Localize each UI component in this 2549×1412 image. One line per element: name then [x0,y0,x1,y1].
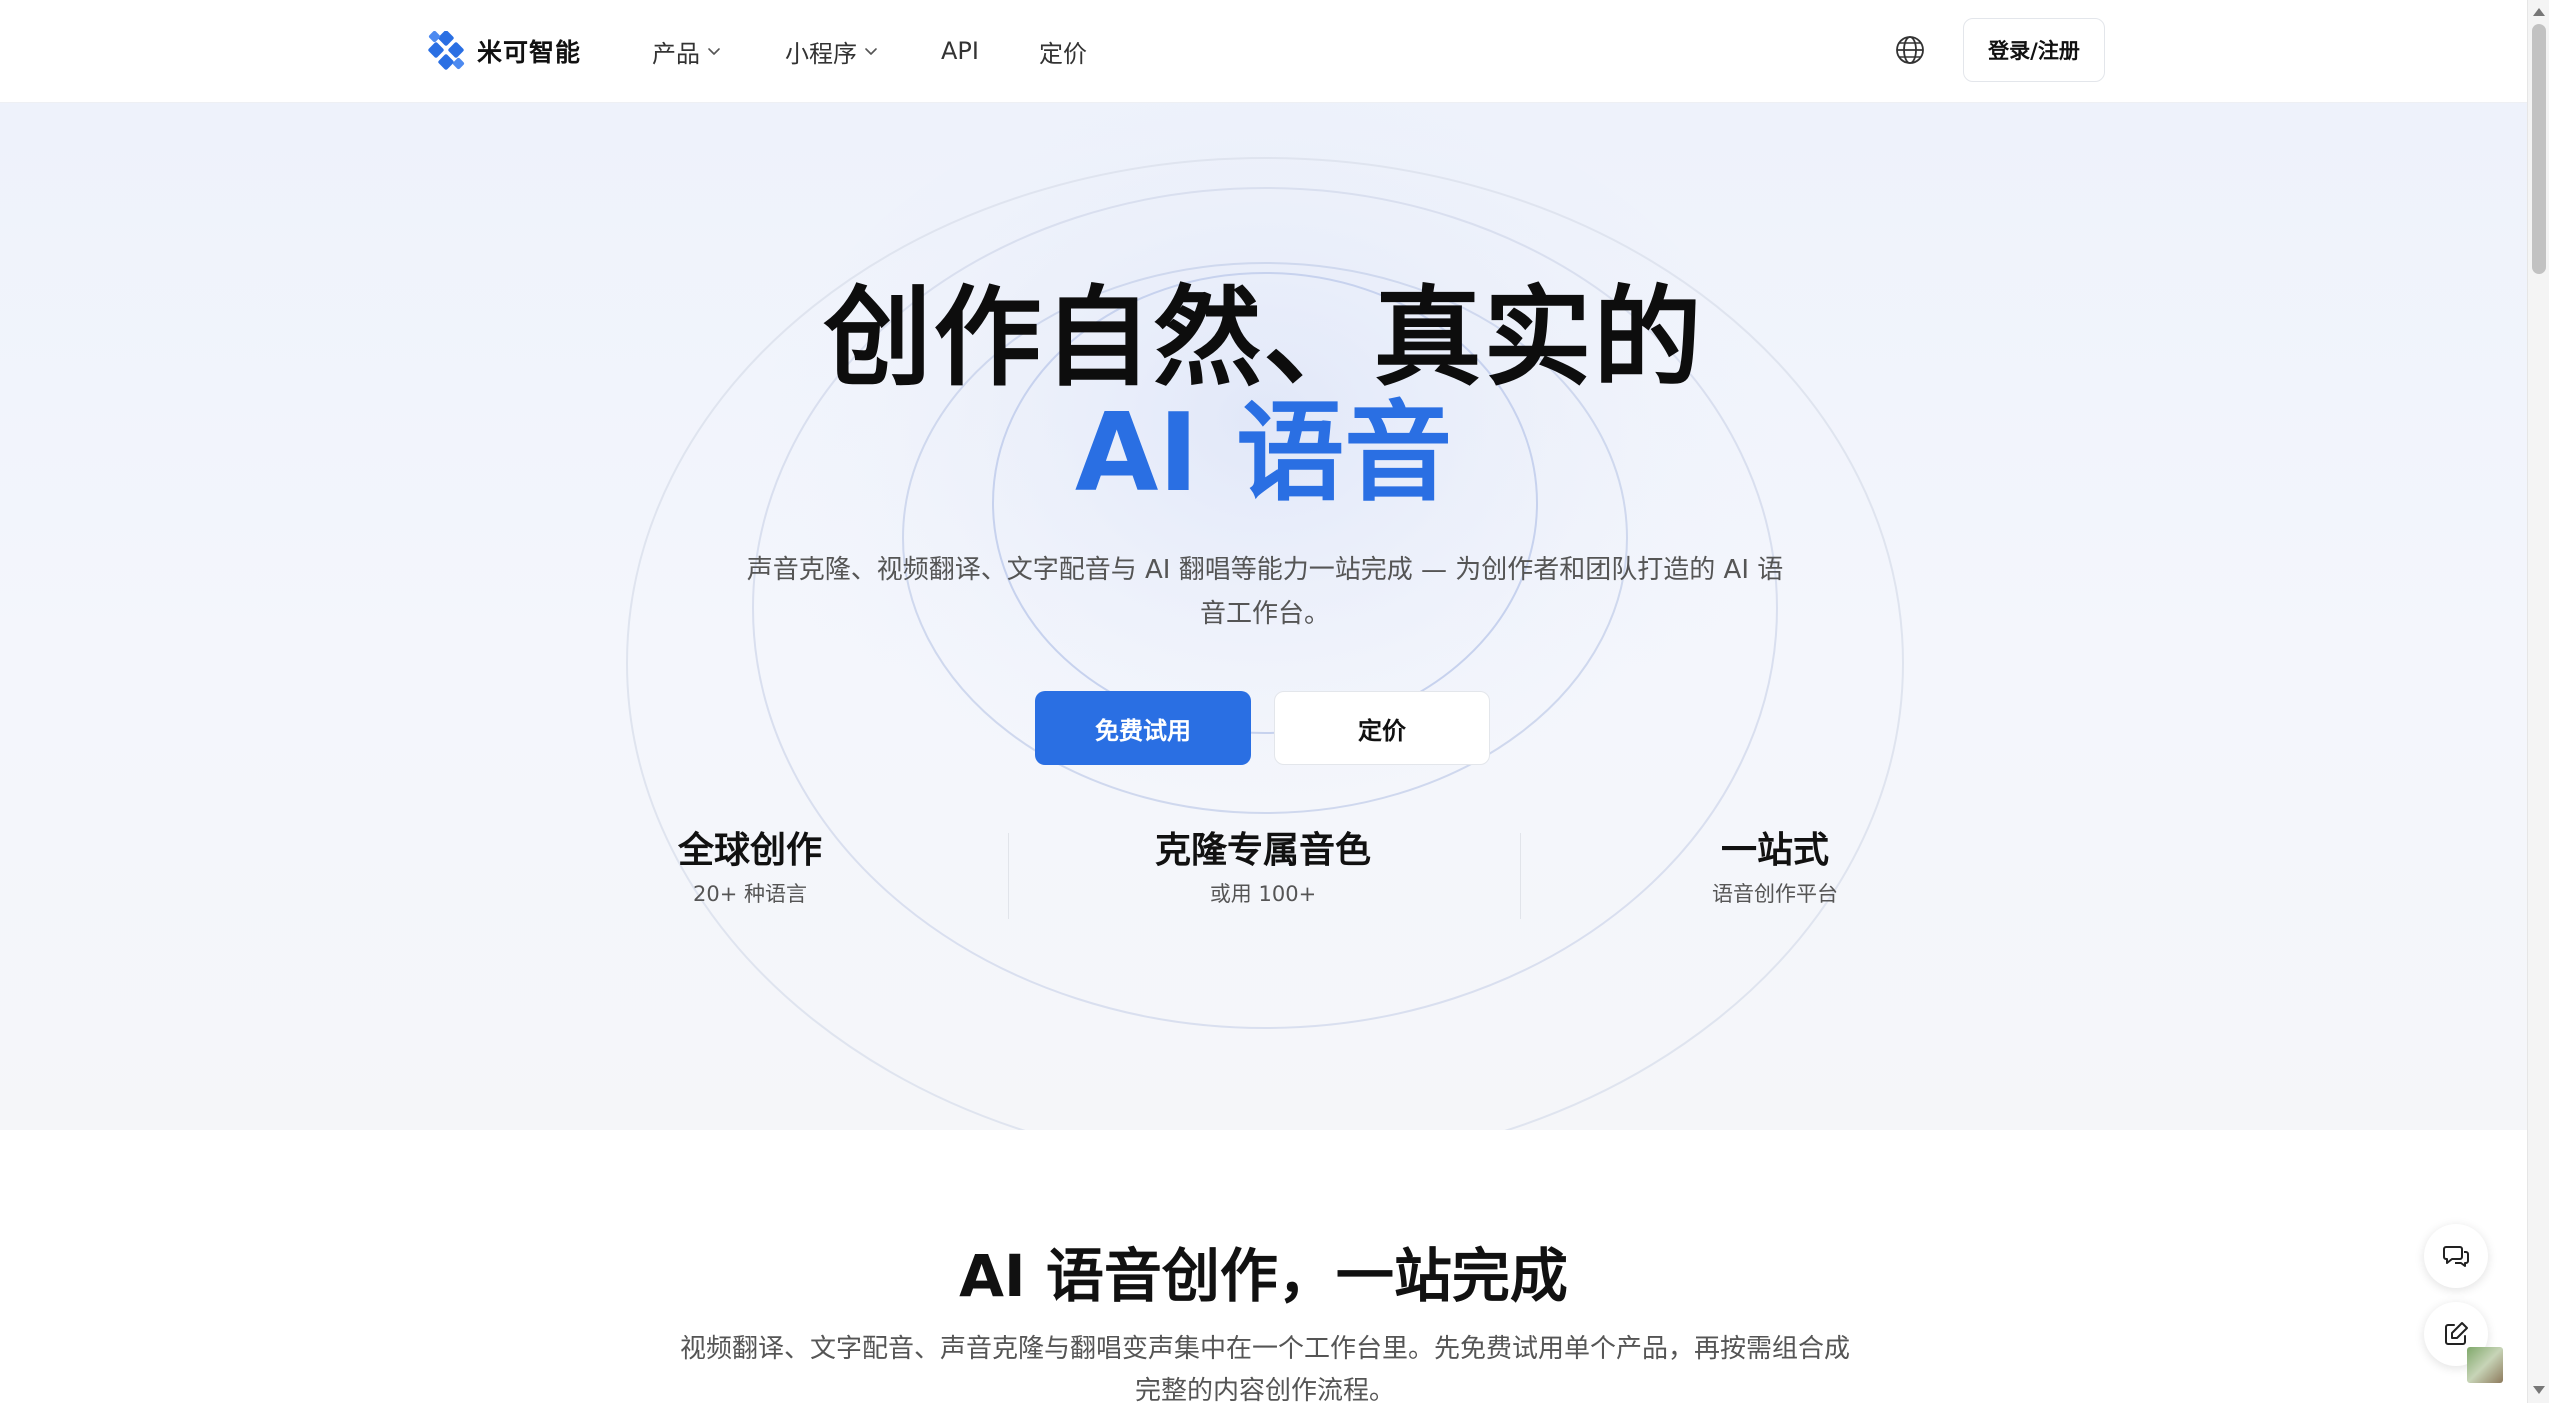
pricing-button[interactable]: 定价 [1274,691,1490,765]
hero-section: 创作自然、真实的 AI 语音 声音克隆、视频翻译、文字配音与 AI 翻唱等能力一… [0,103,2527,1130]
scrollbar[interactable] [2527,0,2549,1403]
stat-title: 全球创作 [677,830,822,871]
chat-button[interactable] [2424,1224,2488,1288]
chevron-down-icon [708,48,720,55]
nav-api[interactable]: API [941,30,979,72]
stat-subtitle: 语音创作平台 [1712,882,1838,907]
hero-title-line1: 创作自然、真实的 [823,276,1704,401]
login-register-button[interactable]: 登录/注册 [1963,18,2105,82]
stat-divider [1008,833,1009,919]
nav-products[interactable]: 产品 [652,30,722,72]
chat-bubbles-icon [2443,1246,2469,1267]
hero-title-line2: AI 语音 [1074,391,1453,516]
stat-title: 克隆专属音色 [1154,830,1371,871]
nav-pricing-label: 定价 [1039,39,1087,68]
stat-subtitle: 或用 100+ [1209,882,1317,907]
brand-name: 米可智能 [477,38,582,67]
nav-pricing[interactable]: 定价 [1039,30,1087,72]
corner-thumbnail[interactable] [2467,1347,2503,1383]
hero-subtitle: 声音克隆、视频翻译、文字配音与 AI 翻唱等能力一站完成 — 为创作者和团队打造… [746,555,1784,629]
nav-mini-program[interactable]: 小程序 [785,30,879,72]
stat-voice-clone: 克隆专属音色 或用 100+ [1103,829,1423,908]
stat-one-stop: 一站式 语音创作平台 [1615,829,1935,908]
section-subtitle: 视频翻译、文字配音、声音克隆与翻唱变声集中在一个工作台里。先免费试用单个产品，再… [680,1334,1851,1406]
stat-global-creation: 全球创作 20+ 种语言 [590,829,910,908]
globe-icon[interactable] [1893,33,1927,67]
chevron-down-icon [865,48,877,55]
top-navigation: 米可智能 产品 小程序 API 定价 登录/注册 [0,0,2527,103]
scroll-up-arrow-icon[interactable] [2533,8,2545,16]
scrollbar-thumb[interactable] [2532,24,2546,274]
scroll-down-arrow-icon[interactable] [2533,1386,2545,1394]
brand[interactable]: 米可智能 [427,30,581,72]
nav-products-label: 产品 [652,39,700,68]
free-trial-button[interactable]: 免费试用 [1035,691,1251,765]
stat-title: 一站式 [1720,830,1829,871]
stat-divider [1520,833,1521,919]
section-title: AI 语音创作，一站完成 [959,1242,1568,1310]
edit-icon [2445,1322,2468,1345]
diamond-grid-logo-icon [428,31,465,70]
nav-mini-program-label: 小程序 [785,39,857,68]
stat-subtitle: 20+ 种语言 [693,882,807,907]
nav-api-label: API [941,37,979,65]
